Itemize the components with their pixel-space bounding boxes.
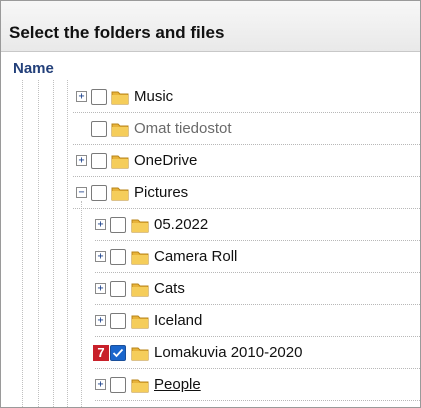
tree-row-pictures[interactable]: − Pictures: [1, 177, 420, 209]
expand-icon[interactable]: +: [95, 379, 106, 390]
collapse-icon[interactable]: −: [76, 187, 87, 198]
checkbox[interactable]: [110, 281, 126, 297]
panel-title: Select the folders and files: [9, 23, 225, 42]
expand-icon[interactable]: +: [95, 251, 106, 262]
checkbox[interactable]: [110, 249, 126, 265]
tree-row-camera-roll[interactable]: + Camera Roll: [1, 241, 420, 273]
expand-icon[interactable]: +: [76, 155, 87, 166]
tree-row-onedrive[interactable]: + OneDrive: [1, 145, 420, 177]
tree-item-label[interactable]: 05.2022: [154, 216, 208, 233]
folder-icon: [111, 91, 129, 105]
tree-row-lomakuvia[interactable]: 7 Lomakuvia 2010-2020: [1, 337, 420, 369]
checkbox[interactable]: [91, 89, 107, 105]
tree-item-label[interactable]: Iceland: [154, 312, 202, 329]
tree-row-omat-tiedostot[interactable]: Omat tiedostot: [1, 113, 420, 145]
folder-icon: [131, 315, 149, 329]
folder-icon: [131, 347, 149, 361]
folder-icon: [131, 219, 149, 233]
folder-icon: [131, 379, 149, 393]
file-selection-panel: Select the folders and files Name + Musi…: [0, 0, 421, 408]
tree-item-label[interactable]: Camera Roll: [154, 248, 237, 265]
tree-item-label[interactable]: Pictures: [134, 184, 188, 201]
folder-icon: [111, 187, 129, 201]
tree-row-iceland[interactable]: + Iceland: [1, 305, 420, 337]
tree-item-label[interactable]: Lomakuvia 2010-2020: [154, 344, 302, 361]
folder-icon: [131, 283, 149, 297]
tree-row-05-2022[interactable]: + 05.2022: [1, 209, 420, 241]
tree-item-label[interactable]: OneDrive: [134, 152, 197, 169]
title-bar: Select the folders and files: [1, 1, 420, 52]
expand-icon[interactable]: +: [95, 283, 106, 294]
checkbox[interactable]: [91, 185, 107, 201]
expand-icon[interactable]: +: [95, 315, 106, 326]
tree-item-label[interactable]: Omat tiedostot: [134, 120, 232, 137]
checkbox[interactable]: [110, 377, 126, 393]
checkbox[interactable]: [91, 121, 107, 137]
column-header-name[interactable]: Name: [13, 60, 54, 77]
folder-icon: [131, 251, 149, 265]
checkbox[interactable]: [110, 217, 126, 233]
checkbox-checked[interactable]: [110, 345, 126, 361]
tree-row-cats[interactable]: + Cats: [1, 273, 420, 305]
tree-item-label[interactable]: People: [154, 376, 201, 393]
tree-item-label[interactable]: Music: [134, 88, 173, 105]
expand-icon[interactable]: +: [95, 219, 106, 230]
tree-row-music[interactable]: + Music: [1, 81, 420, 113]
tree-item-label[interactable]: Cats: [154, 280, 185, 297]
expand-icon[interactable]: +: [76, 91, 87, 102]
folder-icon: [111, 155, 129, 169]
checkbox[interactable]: [91, 153, 107, 169]
checkbox[interactable]: [110, 313, 126, 329]
tree-row-people[interactable]: + People: [1, 369, 420, 401]
checkmark-icon: [112, 348, 124, 358]
folder-icon: [111, 123, 129, 137]
step-number-badge: 7: [93, 345, 109, 361]
